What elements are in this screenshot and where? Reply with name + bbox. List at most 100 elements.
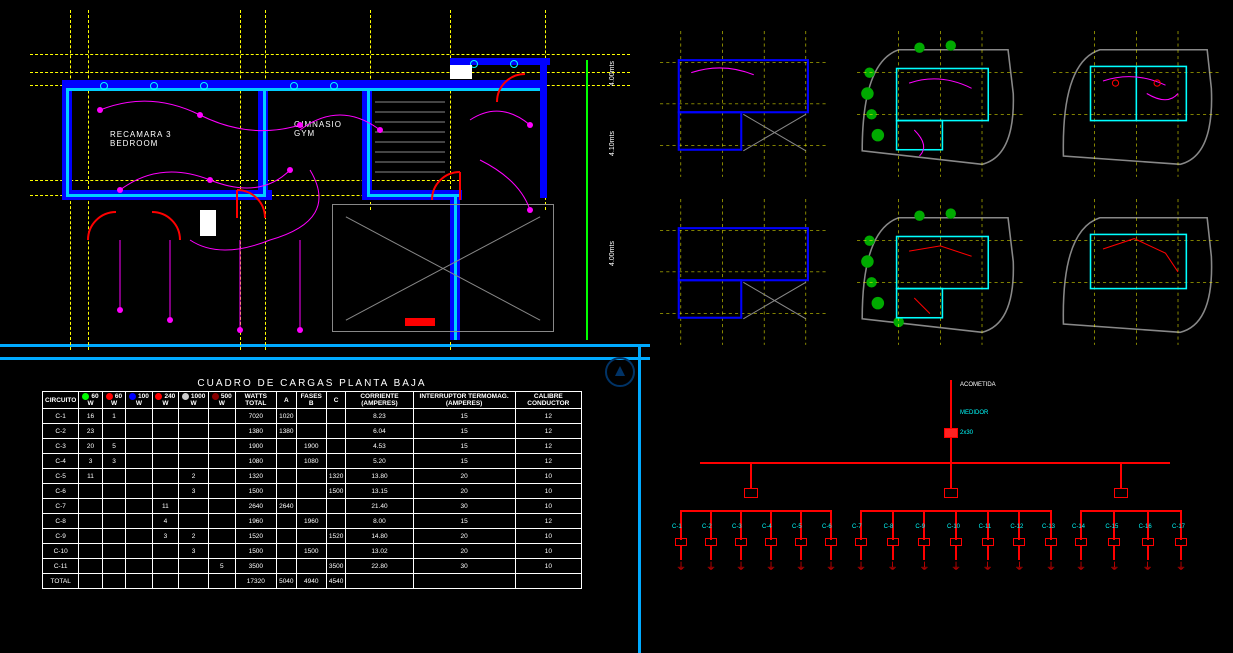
cell <box>126 409 152 424</box>
feeder-label: C-3 <box>732 524 742 530</box>
thumbnail-plan[interactable] <box>660 198 827 346</box>
cell <box>277 514 296 529</box>
cell <box>79 529 102 544</box>
feeder-breaker-icon <box>1108 538 1120 546</box>
cell <box>179 424 209 439</box>
thumbnail-plan[interactable] <box>857 198 1024 346</box>
cell: 13.15 <box>346 484 413 499</box>
ground-icon: ⏚ <box>766 558 776 573</box>
cell <box>209 454 235 469</box>
cell <box>126 544 152 559</box>
feeder-label: C-10 <box>947 524 960 530</box>
feeder-breaker-icon <box>1142 538 1154 546</box>
cell: 22.80 <box>346 559 413 574</box>
cell: 20 <box>413 469 515 484</box>
cell: 4 <box>152 514 178 529</box>
breaker-icon <box>744 488 758 498</box>
cell <box>515 574 581 589</box>
cell: 1500 <box>235 484 277 499</box>
dim-label: 4.00mts <box>609 61 616 86</box>
cell: C-7 <box>43 499 79 514</box>
cell <box>209 439 235 454</box>
frame-line <box>0 357 650 360</box>
cell: 12 <box>515 514 581 529</box>
fixture <box>450 65 472 79</box>
cell <box>102 424 125 439</box>
floor-plan-main[interactable]: RECAMARA 3 BEDROOM GIMNASIO GYM <box>30 10 620 340</box>
dim-line <box>586 60 588 340</box>
cell <box>296 424 326 439</box>
sld-line <box>1120 462 1122 490</box>
cell <box>277 469 296 484</box>
feeder-label: C-4 <box>762 524 772 530</box>
cell: 13.02 <box>346 544 413 559</box>
sld-line <box>950 380 952 430</box>
table-title: CUADRO DE CARGAS PLANTA BAJA <box>42 378 582 389</box>
cell: 20 <box>413 484 515 499</box>
feeder-breaker-icon <box>1045 538 1057 546</box>
single-line-diagram[interactable]: ACOMETIDA MEDIDOR 2x30 ⏚C-1⏚C-2⏚C-3⏚C-4⏚… <box>660 400 1210 630</box>
cell: 1900 <box>235 439 277 454</box>
thumbnail-plan[interactable] <box>857 30 1024 178</box>
col-header: CIRCUITO <box>43 392 79 409</box>
feeder-breaker-icon <box>705 538 717 546</box>
feeder-breaker-icon <box>735 538 747 546</box>
cell <box>126 454 152 469</box>
col-header: 60 W <box>79 392 102 409</box>
cell: 4940 <box>296 574 326 589</box>
cell <box>126 484 152 499</box>
col-header: 240 W <box>152 392 178 409</box>
sld-label: 2x30 <box>960 430 973 436</box>
outlet-icon <box>150 82 158 90</box>
table-row: C-1161702010208.231512 <box>43 409 582 424</box>
feeder-breaker-icon <box>918 538 930 546</box>
main-breaker-icon <box>944 428 958 438</box>
cell <box>296 559 326 574</box>
cell <box>346 574 413 589</box>
thumbnail-plan[interactable] <box>660 30 827 178</box>
cell: 1080 <box>235 454 277 469</box>
cell <box>126 469 152 484</box>
ground-icon: ⏚ <box>706 558 716 573</box>
cell <box>209 544 235 559</box>
cell <box>102 544 125 559</box>
sheet-thumbnails <box>660 30 1220 340</box>
cell: C-5 <box>43 469 79 484</box>
cell <box>326 499 345 514</box>
cell: 2 <box>179 469 209 484</box>
col-header: 1000 W <box>179 392 209 409</box>
table-row: C-1153500350022.803010 <box>43 559 582 574</box>
feeder-breaker-icon <box>765 538 777 546</box>
cell <box>102 514 125 529</box>
cell: 1 <box>102 409 125 424</box>
cell: 1900 <box>296 439 326 454</box>
cell <box>296 484 326 499</box>
fixture <box>200 210 216 236</box>
cell <box>126 499 152 514</box>
cell: 20 <box>79 439 102 454</box>
thumbnail-plan[interactable] <box>1053 198 1220 346</box>
cell <box>179 559 209 574</box>
cell: 5 <box>102 439 125 454</box>
thumbnail-plan[interactable] <box>1053 30 1220 178</box>
cell: 1080 <box>296 454 326 469</box>
cell <box>296 469 326 484</box>
cell: 10 <box>515 529 581 544</box>
cell <box>179 454 209 469</box>
cell <box>209 484 235 499</box>
cell: 12 <box>515 454 581 469</box>
cell: 1500 <box>326 484 345 499</box>
cell: 3500 <box>235 559 277 574</box>
ground-icon: ⏚ <box>736 558 746 573</box>
sld-line <box>750 462 752 490</box>
col-header: CORRIENTE (AMPERES) <box>346 392 413 409</box>
ground-icon: ⏚ <box>1176 558 1186 573</box>
cell <box>152 439 178 454</box>
outlet-icon <box>290 82 298 90</box>
feeder-label: C-8 <box>884 524 894 530</box>
cell <box>126 529 152 544</box>
cell: 2640 <box>235 499 277 514</box>
feeder-label: C-11 <box>979 524 992 530</box>
col-header: 100 W <box>126 392 152 409</box>
load-table[interactable]: CUADRO DE CARGAS PLANTA BAJA CIRCUITO60 … <box>42 378 582 589</box>
